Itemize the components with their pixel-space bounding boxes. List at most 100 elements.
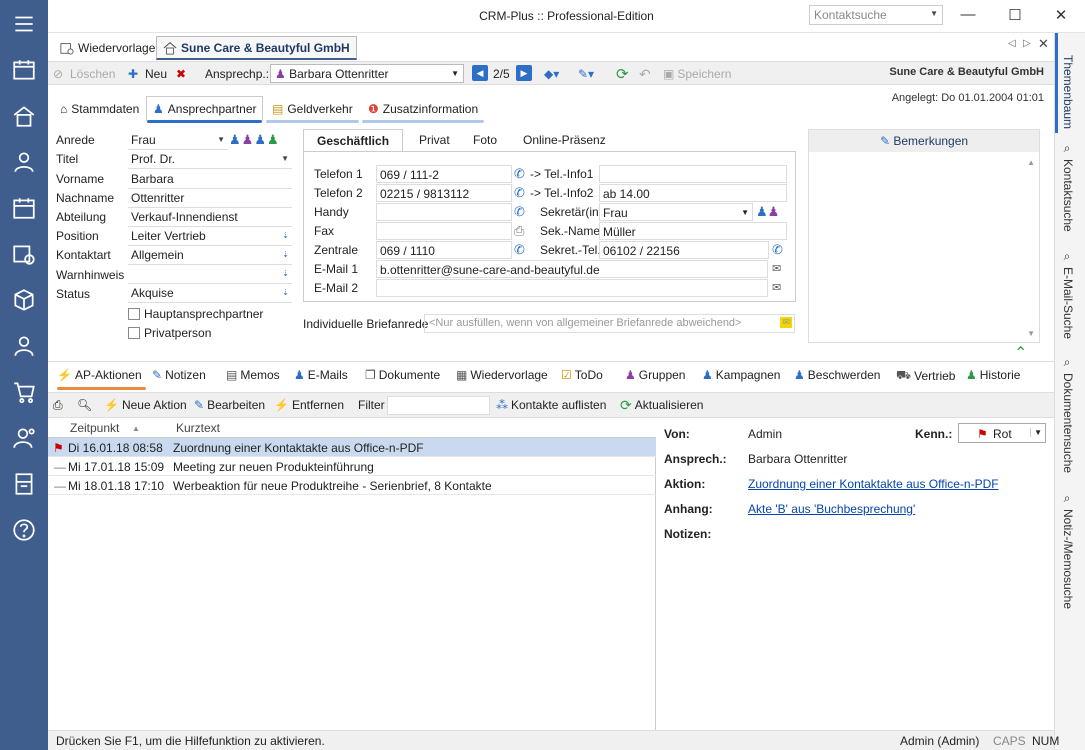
tab-gruppen[interactable]: ♟ Gruppen — [625, 368, 685, 382]
telefon2-input[interactable]: 02215 / 9813112 — [376, 184, 512, 202]
share-icon[interactable]: ◆▾ — [544, 65, 559, 83]
phone-icon[interactable]: ✆ — [514, 242, 528, 257]
sekret-tel-input[interactable]: 06102 / 22156 — [599, 241, 769, 259]
prev-contact-button[interactable]: ◀ — [472, 65, 488, 81]
new-action-button[interactable]: ⚡ Neue Aktion — [104, 396, 187, 414]
email2-input[interactable] — [376, 279, 768, 297]
refresh-icon[interactable]: ⟳ — [616, 65, 629, 83]
secretary-icons[interactable]: ♟♟ — [756, 204, 779, 220]
fax-icon[interactable]: ⎙ — [514, 223, 528, 238]
tab-wiedervorlage-bottom[interactable]: ▦ Wiedervorlage — [456, 368, 548, 382]
pen-icon[interactable]: ✎▾ — [578, 65, 594, 83]
save-button[interactable]: ▣ Speichern — [663, 65, 731, 83]
private-person-checkbox[interactable] — [128, 327, 140, 339]
tab-notizen[interactable]: ✎ Notizen — [152, 368, 206, 382]
tab-stammdaten[interactable]: ⌂ Stammdaten — [54, 96, 145, 121]
tab-foto[interactable]: Foto — [460, 129, 510, 151]
tab-themenbaum[interactable]: Themenbaum — [1061, 55, 1075, 129]
status-select[interactable]: Akquise ⇣ — [128, 285, 292, 303]
undo-icon[interactable]: ↶ — [639, 65, 651, 83]
abteilung-input[interactable]: Verkauf-Innendienst — [128, 209, 292, 227]
print-icon[interactable]: ⎙ — [53, 396, 63, 414]
support-icon[interactable] — [8, 422, 40, 454]
cube-icon[interactable] — [8, 284, 40, 316]
position-select[interactable]: Leiter Vertrieb ⇣ — [128, 228, 292, 246]
tel-info2-input[interactable]: ab 14.00 — [599, 184, 787, 202]
mail-icon[interactable]: ✉ — [772, 262, 781, 275]
tel-info1-input[interactable] — [599, 165, 787, 183]
main-contact-checkbox[interactable] — [128, 308, 140, 320]
envelope-icon[interactable]: ✉ — [780, 317, 792, 328]
close-icon[interactable]: ✕ — [1051, 6, 1071, 26]
tab-kampagnen[interactable]: ♟ Kampagnen — [702, 368, 780, 382]
phone-icon[interactable]: ✆ — [514, 166, 528, 181]
tab-prev-icon[interactable]: ◁ — [1008, 38, 1016, 49]
edit-button[interactable]: ✎ Bearbeiten — [194, 396, 265, 414]
scroll-down-icon[interactable]: ▼ — [1027, 329, 1035, 338]
tab-todo[interactable]: ☑ ToDo — [561, 368, 603, 382]
contacts-icon[interactable] — [8, 146, 40, 178]
tab-next-icon[interactable]: ▷ — [1023, 38, 1031, 49]
tab-kontaktsuche[interactable]: ⌕ Kontaktsuche — [1061, 143, 1075, 232]
tab-memos[interactable]: ▤ Memos — [226, 368, 280, 382]
new-button[interactable]: ✚ Neu — [128, 65, 167, 83]
tab-ap-aktionen[interactable]: ⚡ AP-Aktionen — [57, 368, 146, 390]
phone-icon[interactable]: ✆ — [772, 242, 786, 257]
warnhinweis-select[interactable]: ⇣ — [128, 266, 292, 284]
delete-button[interactable]: ⊘ Löschen — [53, 65, 115, 83]
tab-historie[interactable]: ♟ Historie — [966, 368, 1020, 382]
calendar-icon[interactable] — [8, 192, 40, 224]
tab-geschaeftlich[interactable]: Geschäftlich — [303, 129, 404, 152]
company-icon[interactable] — [8, 100, 40, 132]
tab-geldverkehr[interactable]: ▤ Geldverkehr — [266, 96, 359, 123]
titel-select[interactable]: Prof. Dr. ▼ — [128, 151, 292, 169]
sek-name-input[interactable]: Müller — [599, 222, 787, 240]
maximize-icon[interactable]: ☐ — [1005, 6, 1025, 26]
refresh-button[interactable]: ⟳ Aktualisieren — [620, 396, 703, 414]
scroll-up-icon[interactable]: ▲ — [1027, 158, 1035, 167]
filter-input[interactable] — [387, 396, 490, 415]
table-row[interactable]: — Mi 17.01.18 15:09 Meeting zur neuen Pr… — [48, 457, 656, 476]
phone-icon[interactable]: ✆ — [514, 204, 528, 219]
tab-emails[interactable]: ♟ E-Mails — [294, 368, 348, 382]
minimize-icon[interactable]: — — [958, 6, 978, 26]
tab-notiz-memosuche[interactable]: ⌕ Notiz-/Memosuche — [1061, 493, 1075, 609]
dashboard-icon[interactable] — [8, 54, 40, 86]
list-contacts-button[interactable]: ⁂ Kontakte auflisten — [496, 396, 606, 414]
contact-dropdown[interactable]: ♟ Barbara Ottenritter ▼ — [270, 64, 464, 83]
user-icon[interactable] — [8, 330, 40, 362]
kenn-select[interactable]: ⚑ Rot ▼ — [958, 423, 1046, 443]
menu-icon[interactable] — [8, 8, 40, 40]
mail-icon[interactable]: ✉ — [772, 281, 781, 294]
zentrale-input[interactable]: 069 / 1110 — [376, 241, 512, 259]
remove-button[interactable]: ⚡ Entfernen — [274, 396, 344, 414]
brief-input[interactable]: <Nur ausfüllen, wenn von allgemeiner Bri… — [424, 314, 795, 333]
table-row[interactable]: — Mi 18.01.18 17:10 Werbeaktion für neue… — [48, 476, 656, 495]
nachname-input[interactable]: Ottenritter — [128, 190, 292, 208]
anrede-select[interactable]: Frau ▼ — [128, 132, 228, 150]
help-icon[interactable] — [8, 514, 40, 546]
telefon1-input[interactable]: 069 / 111-2 — [376, 165, 512, 183]
next-contact-button[interactable]: ▶ — [516, 65, 532, 81]
contact-search-dropdown[interactable]: Kontaktsuche ▼ — [809, 5, 943, 25]
sekretaerin-select[interactable]: Frau ▼ — [599, 203, 753, 221]
tab-dokumentensuche[interactable]: ⌕ Dokumentensuche — [1061, 357, 1075, 473]
phone-icon[interactable]: ✆ — [514, 185, 528, 200]
handy-input[interactable] — [376, 203, 512, 221]
tab-online-praesenz[interactable]: Online-Präsenz — [510, 129, 619, 151]
tab-ansprechpartner[interactable]: ♟ Ansprechpartner — [146, 96, 264, 123]
anhang-link[interactable]: Akte 'B' aus 'Buchbesprechung' — [748, 502, 915, 516]
tab-zusatzinformation[interactable]: ❶ Zusatzinformation — [362, 96, 485, 123]
tab-wiedervorlage[interactable]: Wiedervorlage — [54, 36, 161, 60]
email1-input[interactable]: b.ottenritter@sune-care-and-beautyful.de — [376, 260, 768, 278]
salutation-icons[interactable]: ♟♟♟♟ — [229, 132, 280, 148]
kontaktart-select[interactable]: Allgemein ⇣ — [128, 247, 292, 265]
reminder-icon[interactable] — [8, 238, 40, 270]
vorname-input[interactable]: Barbara — [128, 171, 292, 189]
collapse-up-icon[interactable]: ⌃ — [1014, 343, 1027, 363]
preview-icon[interactable]: 🔍︎ — [77, 396, 92, 414]
tab-company[interactable]: Sune Care & Beautyful GmbH — [156, 36, 357, 60]
tab-beschwerden[interactable]: ♟ Beschwerden — [794, 368, 880, 382]
tab-close-icon[interactable]: ✕ — [1038, 36, 1049, 52]
remarks-panel[interactable]: ✎ Bemerkungen ▲ ▼ — [808, 129, 1040, 343]
